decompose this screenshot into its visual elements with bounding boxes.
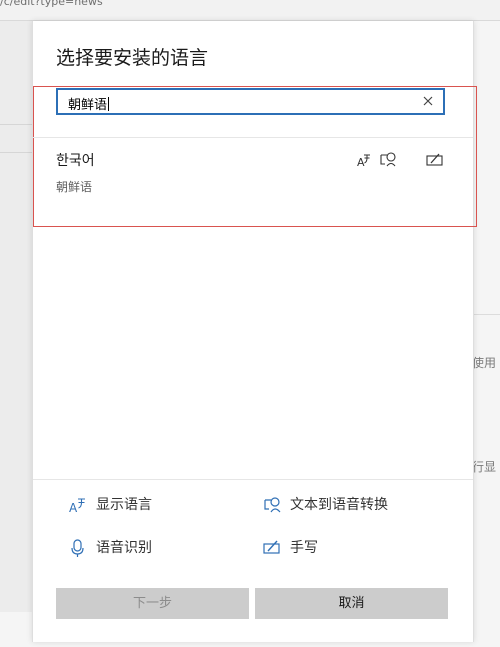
close-icon[interactable]	[421, 94, 435, 108]
next-button[interactable]: 下一步	[56, 588, 249, 619]
background-url-bar: /c/edit?type=news	[0, 0, 500, 21]
legend-label: 显示语言	[96, 497, 152, 513]
background-text: 行显	[472, 460, 497, 474]
install-language-dialog: 选择要安装的语言 朝鲜语 한국어 朝鲜语 A A 显示语言 文本到语音转换 语音…	[32, 21, 477, 642]
background-page-right	[472, 21, 500, 647]
background-url-text: /c/edit?type=news	[0, 0, 103, 8]
background-page-left	[0, 21, 32, 647]
legend-display-language: A 显示语言	[69, 494, 219, 514]
dialog-title: 选择要安装的语言	[56, 47, 209, 69]
background-text: 使用	[472, 356, 497, 370]
svg-text:A: A	[69, 501, 78, 514]
background-divider	[0, 152, 32, 153]
legend-handwriting: 手写	[263, 537, 413, 557]
language-result-item[interactable]: 한국어 朝鲜语 A	[33, 138, 473, 226]
background-divider	[472, 314, 500, 315]
language-search-input[interactable]: 朝鲜语	[56, 88, 445, 115]
search-text-value: 朝鲜语	[68, 98, 108, 113]
handwriting-icon	[426, 153, 443, 166]
cancel-button[interactable]: 取消	[255, 588, 448, 619]
display-language-icon: A	[69, 498, 85, 514]
handwriting-icon	[263, 540, 280, 554]
legend-text-to-speech: 文本到语音转换	[263, 494, 453, 514]
language-native-name: 한국어	[56, 153, 95, 169]
microphone-icon	[71, 539, 84, 557]
search-input-value[interactable]: 朝鲜语	[68, 94, 110, 113]
divider	[33, 479, 473, 480]
legend-label: 手写	[290, 540, 318, 556]
legend-label: 语音识别	[96, 540, 152, 556]
language-local-name: 朝鲜语	[56, 180, 93, 194]
svg-text:A: A	[357, 156, 365, 168]
text-to-speech-icon	[380, 152, 396, 167]
text-to-speech-icon	[264, 497, 281, 513]
display-language-icon: A	[357, 154, 370, 168]
background-divider	[0, 124, 32, 125]
legend-speech-recognition: 语音识别	[69, 537, 219, 557]
text-caret	[108, 97, 110, 111]
legend-label: 文本到语音转换	[290, 497, 388, 513]
